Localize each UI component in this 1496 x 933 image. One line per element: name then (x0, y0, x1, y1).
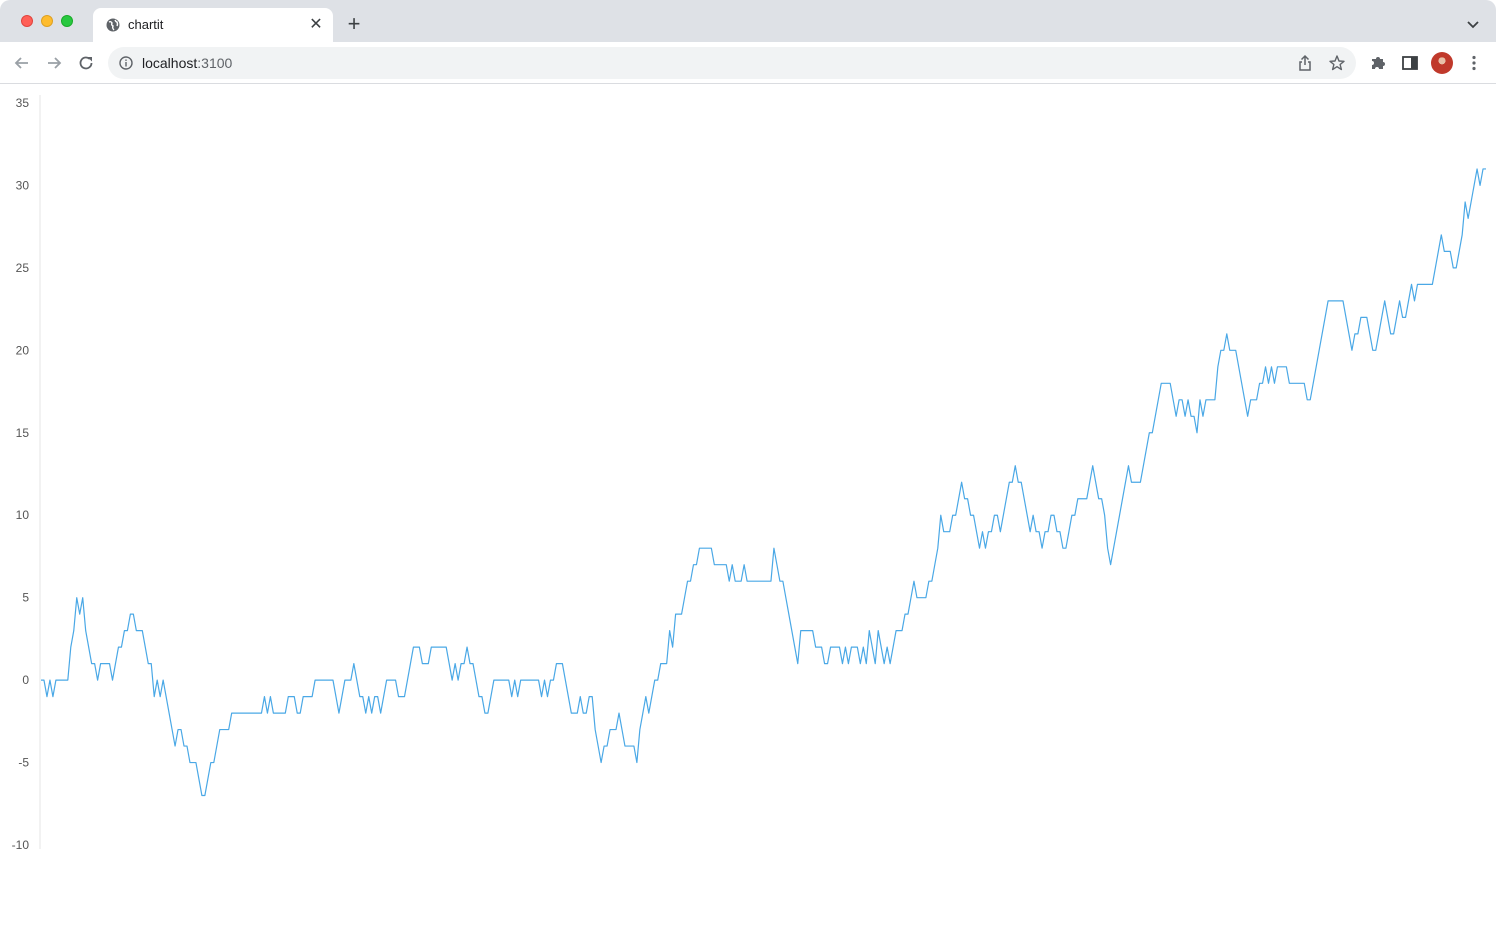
close-icon[interactable]: ✕ (307, 16, 325, 34)
chevron-down-icon[interactable] (1463, 14, 1483, 34)
tab-strip: chartit ✕ + (0, 0, 1496, 42)
share-icon[interactable] (1296, 54, 1314, 72)
y-tick-label: 20 (16, 343, 30, 357)
url-text[interactable]: localhost:3100 (142, 55, 232, 71)
line-chart: 35 30 25 20 15 10 5 0 -5 -10 (12, 95, 1486, 852)
forward-arrow-icon[interactable] (43, 52, 65, 74)
y-tick-label: 15 (16, 426, 30, 440)
puzzle-icon[interactable] (1368, 53, 1388, 73)
series-line (41, 168, 1486, 797)
y-tick-label: 25 (16, 261, 30, 275)
side-panel-icon[interactable] (1400, 53, 1420, 73)
maximize-window-button[interactable] (61, 15, 73, 27)
kebab-menu-icon[interactable] (1464, 53, 1484, 73)
y-tick-label: 35 (16, 96, 30, 110)
y-tick-label: 0 (22, 673, 29, 687)
avatar[interactable] (1431, 52, 1453, 74)
browser-window: chartit ✕ + localhost:3100 35 30 25 20 1… (0, 0, 1496, 933)
y-axis-ticks: 35 30 25 20 15 10 5 0 -5 -10 (12, 96, 30, 852)
tab-title: chartit (128, 17, 164, 32)
back-arrow-icon[interactable] (11, 52, 33, 74)
y-tick-label: -5 (18, 756, 29, 770)
reload-icon[interactable] (75, 52, 97, 74)
url-port: :3100 (197, 55, 233, 71)
plus-icon[interactable]: + (343, 13, 365, 35)
y-tick-label: 30 (16, 178, 30, 192)
globe-icon (106, 18, 120, 32)
star-icon[interactable] (1328, 54, 1346, 72)
tab-chartit[interactable]: chartit ✕ (93, 8, 333, 42)
info-icon[interactable] (118, 55, 134, 71)
browser-toolbar: localhost:3100 (0, 42, 1496, 84)
y-tick-label: 10 (16, 508, 30, 522)
y-tick-label: 5 (22, 591, 29, 605)
y-tick-label: -10 (12, 838, 30, 852)
address-bar[interactable]: localhost:3100 (108, 47, 1356, 79)
minimize-window-button[interactable] (41, 15, 53, 27)
url-host: localhost (142, 55, 198, 71)
page-content: 35 30 25 20 15 10 5 0 -5 -10 (0, 85, 1496, 933)
close-window-button[interactable] (21, 15, 33, 27)
